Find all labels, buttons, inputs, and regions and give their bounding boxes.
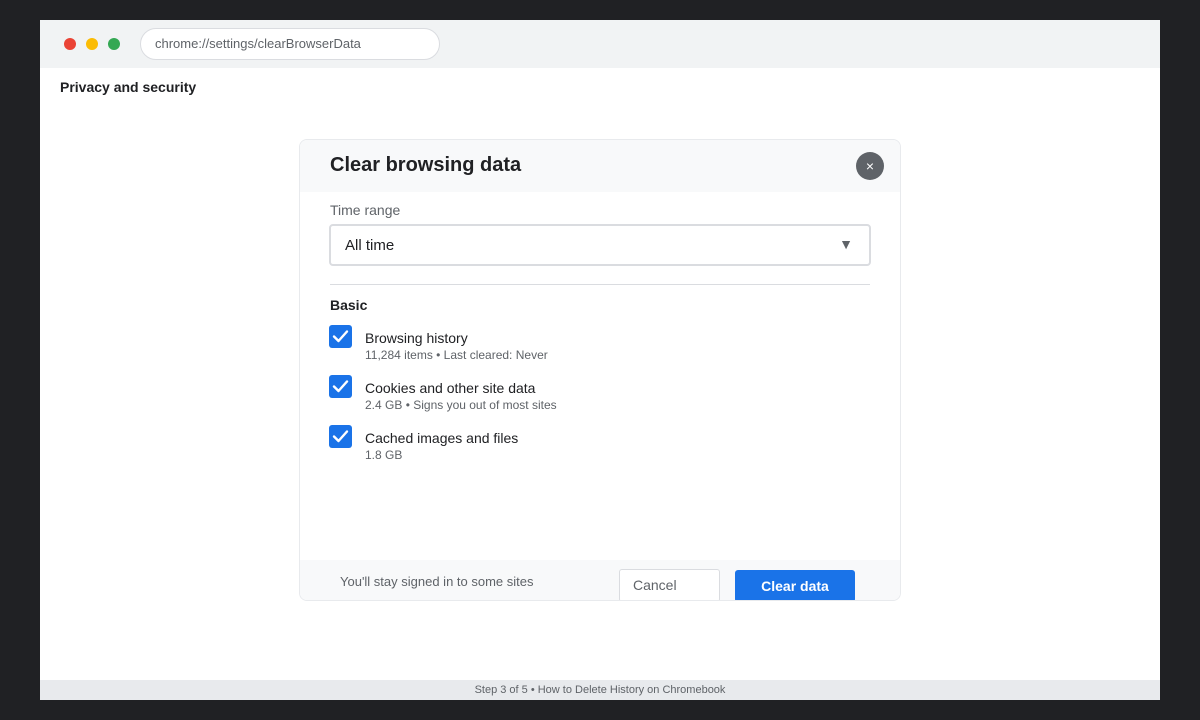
dialog-header: Clear browsing data × — [300, 140, 900, 192]
option-subtitle: 1.8 GB — [365, 448, 403, 462]
cached-images-checkbox[interactable] — [329, 425, 352, 448]
step-caption: Step 3 of 5 • How to Delete History on C… — [40, 680, 1160, 700]
page-title: Privacy and security — [60, 79, 197, 95]
checkmark-icon — [332, 380, 349, 393]
checkmark-icon — [332, 330, 349, 343]
cookies-checkbox[interactable] — [329, 375, 352, 398]
time-range-select[interactable]: All time ▼ — [329, 224, 871, 266]
time-range-value: All time — [345, 237, 395, 254]
clear-browsing-data-dialog: Clear browsing data × Time range All tim… — [299, 139, 901, 601]
divider — [330, 284, 870, 285]
section-label-basic: Basic — [330, 297, 368, 313]
window-close-dot[interactable] — [64, 38, 76, 50]
option-title: Cookies and other site data — [365, 380, 536, 396]
option-cookies[interactable]: Cookies and other site data 2.4 GB • Sig… — [329, 375, 829, 415]
option-title: Browsing history — [365, 330, 468, 346]
clear-data-button[interactable]: Clear data — [735, 570, 855, 600]
time-range-label: Time range — [330, 202, 401, 218]
option-title: Cached images and files — [365, 430, 519, 446]
close-icon[interactable]: × — [856, 152, 884, 180]
chevron-down-icon: ▼ — [839, 236, 853, 252]
option-subtitle: 11,284 items • Last cleared: Never — [365, 348, 548, 362]
dialog-footer: You'll stay signed in to some sites Canc… — [300, 560, 900, 600]
checkmark-icon — [332, 430, 349, 443]
option-browsing-history[interactable]: Browsing history 11,284 items • Last cle… — [329, 325, 829, 365]
window-maximize-dot[interactable] — [108, 38, 120, 50]
cancel-button[interactable]: Cancel — [619, 569, 720, 600]
option-cached-images[interactable]: Cached images and files 1.8 GB — [329, 425, 829, 465]
browser-toolbar: chrome://settings/clearBrowserData — [40, 20, 1160, 68]
dialog-title: Clear browsing data — [330, 154, 522, 176]
address-bar[interactable]: chrome://settings/clearBrowserData — [140, 28, 440, 60]
browsing-history-checkbox[interactable] — [329, 325, 352, 348]
browser-window: chrome://settings/clearBrowserData Priva… — [40, 20, 1160, 700]
window-minimize-dot[interactable] — [86, 38, 98, 50]
footer-note: You'll stay signed in to some sites — [340, 574, 534, 589]
option-subtitle: 2.4 GB • Signs you out of most sites — [365, 398, 557, 412]
